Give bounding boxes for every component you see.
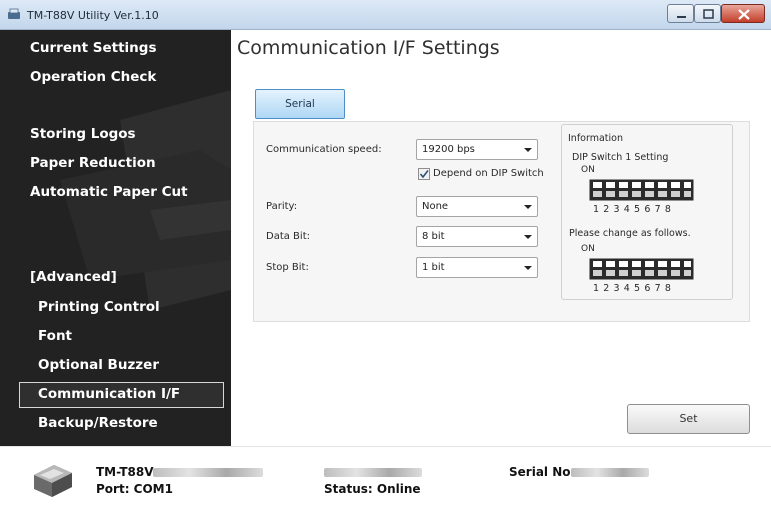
sidebar-item-backup-restore[interactable]: Backup/Restore bbox=[38, 415, 158, 431]
sidebar-section-advanced: [Advanced] bbox=[30, 269, 117, 285]
status-label: Status: Online bbox=[324, 482, 421, 496]
stopbit-value: 1 bit bbox=[422, 262, 445, 273]
app-icon bbox=[8, 8, 20, 19]
dip-on-label-2: ON bbox=[581, 244, 595, 254]
dropdown-arrow-icon bbox=[524, 205, 532, 209]
window-title: TM-T88V Utility Ver.1.10 bbox=[27, 9, 159, 22]
page-title: Communication I/F Settings bbox=[237, 37, 500, 59]
dip-numbers-1: 1 2 3 4 5 6 7 8 bbox=[593, 204, 672, 215]
parity-value: None bbox=[422, 201, 449, 212]
maximize-icon bbox=[703, 9, 714, 19]
sidebar-item-operation-check[interactable]: Operation Check bbox=[30, 69, 156, 85]
parity-label: Parity: bbox=[266, 201, 298, 212]
dip-switch-target-icon bbox=[589, 258, 694, 280]
info-heading: Information bbox=[568, 133, 623, 144]
serial-number-label: Serial No: bbox=[509, 465, 576, 479]
dip-switch-current-icon bbox=[589, 179, 694, 201]
sidebar-item-communication-if[interactable]: Communication I/F bbox=[38, 386, 180, 402]
stopbit-select[interactable]: 1 bit bbox=[416, 257, 538, 278]
depend-dip-label: Depend on DIP Switch bbox=[433, 168, 544, 179]
dropdown-arrow-icon bbox=[524, 148, 532, 152]
sidebar: Current Settings Operation Check Storing… bbox=[0, 30, 231, 446]
port-label: Port: COM1 bbox=[96, 482, 173, 496]
dip-on-label-1: ON bbox=[581, 165, 595, 175]
redacted-serial bbox=[571, 468, 649, 477]
sidebar-item-current-settings[interactable]: Current Settings bbox=[30, 40, 156, 56]
tab-serial[interactable]: Serial bbox=[255, 89, 345, 119]
sidebar-item-storing-logos[interactable]: Storing Logos bbox=[30, 126, 136, 142]
databit-label: Data Bit: bbox=[266, 231, 310, 242]
maximize-button[interactable] bbox=[694, 4, 721, 23]
parity-select[interactable]: None bbox=[416, 196, 538, 217]
close-button[interactable] bbox=[721, 4, 765, 23]
set-button[interactable]: Set bbox=[627, 404, 750, 434]
checkmark-icon bbox=[419, 170, 429, 179]
dropdown-arrow-icon bbox=[524, 235, 532, 239]
databit-value: 8 bit bbox=[422, 231, 445, 242]
redacted-info bbox=[324, 468, 422, 477]
stopbit-label: Stop Bit: bbox=[266, 262, 309, 273]
depend-dip-checkbox[interactable] bbox=[418, 168, 430, 180]
dip-setting-label: DIP Switch 1 Setting bbox=[572, 152, 669, 163]
speed-value: 19200 bps bbox=[422, 144, 475, 155]
speed-label: Communication speed: bbox=[266, 144, 382, 155]
redacted-firmware bbox=[153, 468, 263, 477]
dropdown-arrow-icon bbox=[524, 266, 532, 270]
sidebar-item-printing-control[interactable]: Printing Control bbox=[38, 299, 160, 315]
databit-select[interactable]: 8 bit bbox=[416, 226, 538, 247]
printer-icon bbox=[34, 465, 72, 497]
dip-numbers-2: 1 2 3 4 5 6 7 8 bbox=[593, 283, 672, 294]
please-change-label: Please change as follows. bbox=[569, 228, 691, 239]
minimize-button[interactable] bbox=[667, 4, 694, 23]
speed-select[interactable]: 19200 bps bbox=[416, 139, 538, 160]
sidebar-item-font[interactable]: Font bbox=[38, 328, 72, 344]
title-bar: TM-T88V Utility Ver.1.10 bbox=[0, 0, 771, 30]
printer-model: TM-T88V bbox=[96, 465, 154, 479]
status-footer: TM-T88V Port: COM1 Status: Online Serial… bbox=[0, 446, 771, 513]
sidebar-item-automatic-paper-cut[interactable]: Automatic Paper Cut bbox=[30, 184, 188, 200]
close-icon bbox=[738, 9, 750, 20]
sidebar-item-paper-reduction[interactable]: Paper Reduction bbox=[30, 155, 156, 171]
sidebar-item-optional-buzzer[interactable]: Optional Buzzer bbox=[38, 357, 159, 373]
minimize-icon bbox=[677, 16, 686, 18]
